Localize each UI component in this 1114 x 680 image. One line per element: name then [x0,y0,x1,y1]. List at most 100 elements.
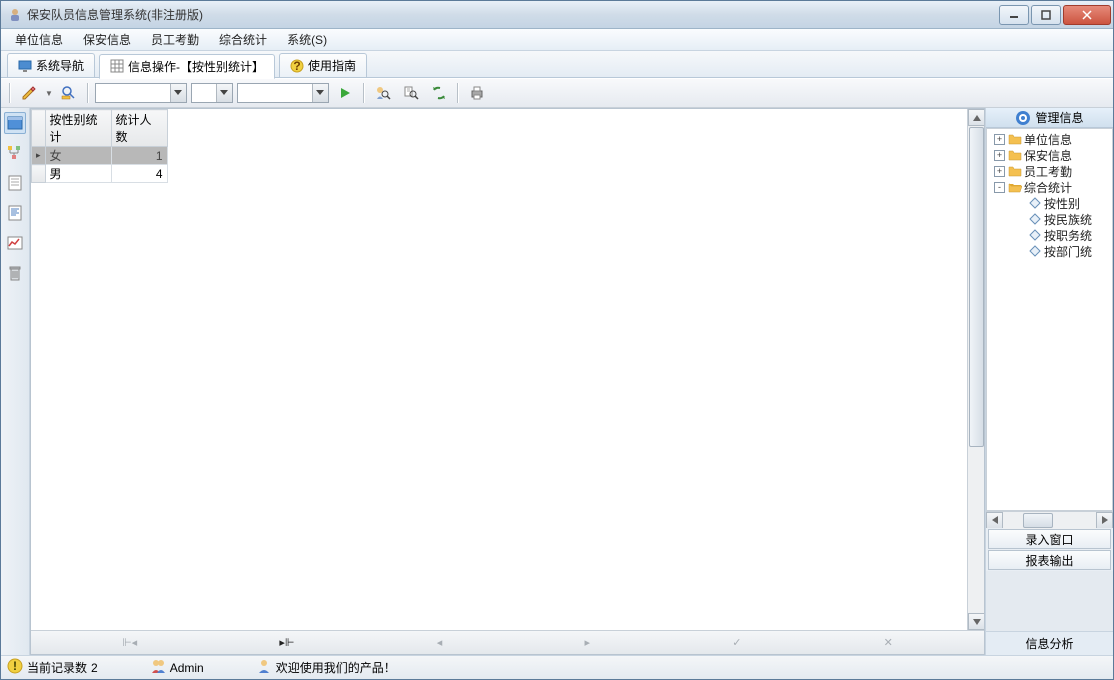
table-row[interactable]: 男4 [32,165,168,183]
combo-input[interactable] [96,84,170,102]
help-icon: ? [290,59,304,73]
chevron-down-icon[interactable] [312,84,328,102]
scroll-thumb[interactable] [969,127,984,447]
nav-first-button[interactable]: ⊩◂ [104,634,155,651]
tree-label: 按性别 [1044,195,1080,212]
tree-label: 按部门统 [1044,243,1092,260]
tree-node[interactable]: 按民族统 [987,211,1112,227]
tab-guide[interactable]: ? 使用指南 [279,53,367,77]
records-count: 2 [91,661,98,675]
tree-expander[interactable]: + [994,134,1005,145]
scroll-left-button[interactable] [986,512,1003,529]
hscroll-thumb[interactable] [1023,513,1053,528]
nav-tree[interactable]: +单位信息+保安信息+员工考勤-综合统计按性别按民族统按职务统按部门统 [986,128,1113,511]
nav-cancel-button[interactable]: ✕ [866,634,911,651]
input-window-button[interactable]: 录入窗口 [988,529,1111,549]
tree-expander[interactable]: - [994,182,1005,193]
tree-label: 员工考勤 [1024,163,1072,180]
report-output-button[interactable]: 报表输出 [988,550,1111,570]
tree-node[interactable]: 按性别 [987,195,1112,211]
toolbar-combo-2[interactable] [191,83,233,103]
tree-node[interactable]: -综合统计 [987,179,1112,195]
menu-tongji[interactable]: 综合统计 [209,29,277,50]
tree-node[interactable]: 按职务统 [987,227,1112,243]
tabs-row: 系统导航 信息操作-【按性别统计】 ? 使用指南 [1,51,1113,78]
chevron-down-icon[interactable] [216,84,232,102]
tree-node[interactable]: +单位信息 [987,131,1112,147]
cell-category[interactable]: 女 [45,147,111,165]
search-person-button[interactable] [371,82,395,104]
dropdown-arrow-icon[interactable]: ▼ [45,89,53,98]
menu-baoan[interactable]: 保安信息 [73,29,141,50]
view-chart-button[interactable] [4,232,26,254]
tab-label: 系统导航 [36,57,84,74]
status-bar: ! 当前记录数 2 Admin 欢迎使用我们的产品！ [1,655,1113,679]
tree-expander[interactable]: + [994,150,1005,161]
right-panel-footer: 信息分析 [986,631,1113,655]
row-header-corner [32,110,46,147]
person-icon [256,658,272,677]
spacer [986,571,1113,631]
toolbar-combo-3[interactable] [237,83,329,103]
tab-label: 信息操作-【按性别统计】 [128,58,264,75]
tree-label: 保安信息 [1024,147,1072,164]
search-record-button[interactable] [399,82,423,104]
horizontal-scrollbar[interactable] [986,511,1113,528]
monitor-icon [18,59,32,73]
toolbar-combo-1[interactable] [95,83,187,103]
cell-count[interactable]: 1 [111,147,167,165]
titlebar: 保安队员信息管理系统(非注册版) [1,1,1113,29]
tab-navigation[interactable]: 系统导航 [7,53,95,77]
maximize-button[interactable] [1031,5,1061,25]
data-grid[interactable]: 按性别统计 统计人数 ▸女1男4 [31,109,168,183]
separator [9,83,11,103]
view-tree-button[interactable] [4,142,26,164]
col-header-count[interactable]: 统计人数 [111,110,167,147]
menu-kaoqin[interactable]: 员工考勤 [141,29,209,50]
svg-text:?: ? [293,59,300,73]
tree-node[interactable]: + 保安信息 [987,147,1112,163]
view-grid-button[interactable] [4,112,26,134]
menu-system[interactable]: 系统(S) [277,29,337,50]
refresh-button[interactable] [427,82,451,104]
scroll-down-button[interactable] [968,613,984,630]
status-welcome: 欢迎使用我们的产品！ [256,658,396,677]
view-doc-button[interactable] [4,202,26,224]
tab-label: 使用指南 [308,57,356,74]
combo-input[interactable] [192,84,216,102]
print-button[interactable] [465,82,489,104]
table-row[interactable]: ▸女1 [32,147,168,165]
vertical-scrollbar[interactable] [967,109,984,630]
tree-expander[interactable]: + [994,166,1005,177]
close-button[interactable] [1063,5,1111,25]
minimize-button[interactable] [999,5,1029,25]
view-form-button[interactable] [4,172,26,194]
status-user: Admin [150,658,204,677]
nav-next-button[interactable]: ▸ [566,634,608,651]
combo-input[interactable] [238,84,312,102]
zoom-button[interactable] [57,82,81,104]
tree-node[interactable]: 按部门统 [987,243,1112,259]
tab-info-operation[interactable]: 信息操作-【按性别统计】 [99,54,275,79]
chevron-down-icon[interactable] [170,84,186,102]
scroll-right-button[interactable] [1096,512,1113,529]
view-trash-button[interactable] [4,262,26,284]
row-indicator [32,165,46,183]
app-icon [7,7,23,23]
cell-category[interactable]: 男 [45,165,111,183]
nav-check-button[interactable]: ✓ [714,634,759,651]
menu-danwei[interactable]: 单位信息 [5,29,73,50]
tree-node[interactable]: + 员工考勤 [987,163,1112,179]
toolbar: ▼ [1,78,1113,108]
scroll-up-button[interactable] [968,109,984,126]
manage-icon [1015,110,1031,126]
record-navigator: ⊩◂ ▸⊩ ◂ ▸ ✓ ✕ [31,630,984,654]
edit-button[interactable] [17,82,41,104]
run-button[interactable] [333,82,357,104]
separator [457,83,459,103]
nav-last-button[interactable]: ▸⊩ [261,634,312,651]
nav-prev-button[interactable]: ◂ [419,634,461,651]
col-header-category[interactable]: 按性别统计 [45,110,111,147]
cell-count[interactable]: 4 [111,165,167,183]
tree-label: 按民族统 [1044,211,1092,228]
